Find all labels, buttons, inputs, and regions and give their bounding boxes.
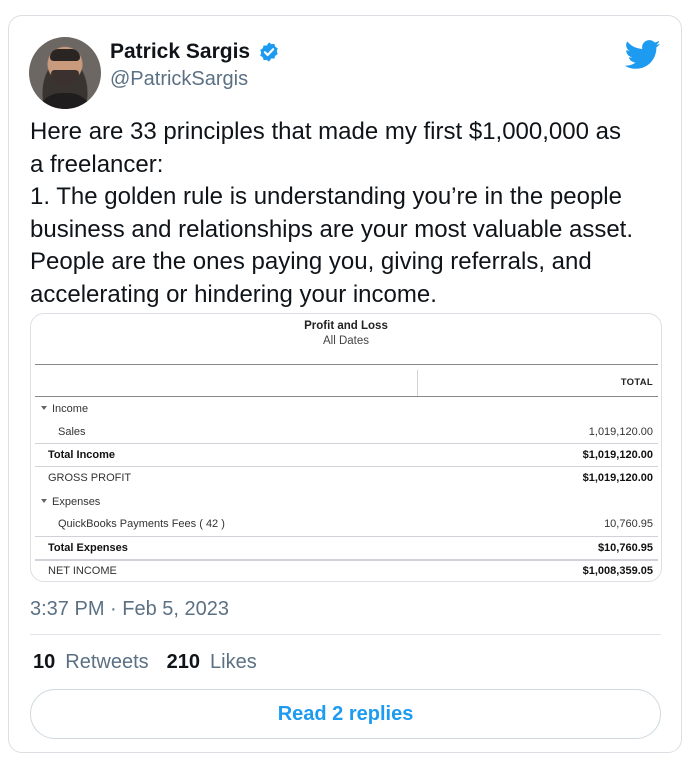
report-row-total-expenses: Total Expenses $10,760.95 [35,536,658,561]
report-subtitle: All Dates [322,335,370,347]
divider [30,634,661,635]
report-divider [35,364,658,365]
twitter-bird-icon[interactable] [625,40,661,70]
caret-down-icon [41,499,47,504]
author-name-row[interactable]: Patrick Sargis [110,38,280,66]
tweet-text: Here are 33 principles that made my firs… [30,118,633,308]
likes-stat[interactable]: 210 Likes [167,649,257,675]
author-name[interactable]: Patrick Sargis [110,38,250,66]
report-row-expenses: Expenses [35,491,658,513]
retweets-stat[interactable]: 10 Retweets [33,649,149,675]
report-row-quickbooks-fees: QuickBooks Payments Fees ( 42 ) 10,760.9… [58,518,653,530]
avatar[interactable] [29,37,101,109]
report-row-total-income: Total Income $1,019,120.00 [35,443,658,466]
report-row-net-income: NET INCOME $1,008,359.05 [48,565,653,577]
column-separator [417,370,418,396]
header-divider [35,396,658,397]
report-row-income: Income [35,398,658,420]
profit-loss-report-image[interactable]: Profit and Loss All Dates TOTAL Income S… [30,313,662,582]
author-handle[interactable]: @PatrickSargis [110,66,248,92]
report-title: Profit and Loss [304,320,388,332]
tweet-timestamp[interactable]: 3:37 PM · Feb 5, 2023 [30,596,229,622]
caret-down-icon [41,406,47,411]
read-replies-button[interactable]: Read 2 replies [30,689,661,739]
report-row-gross-profit: GROSS PROFIT $1,019,120.00 [35,466,658,489]
engagement-stats: 10 Retweets 210 Likes [33,649,257,675]
report-row-sales: Sales 1,019,120.00 [58,426,653,438]
column-header-total: TOTAL [620,377,653,388]
verified-badge-icon [260,42,278,62]
